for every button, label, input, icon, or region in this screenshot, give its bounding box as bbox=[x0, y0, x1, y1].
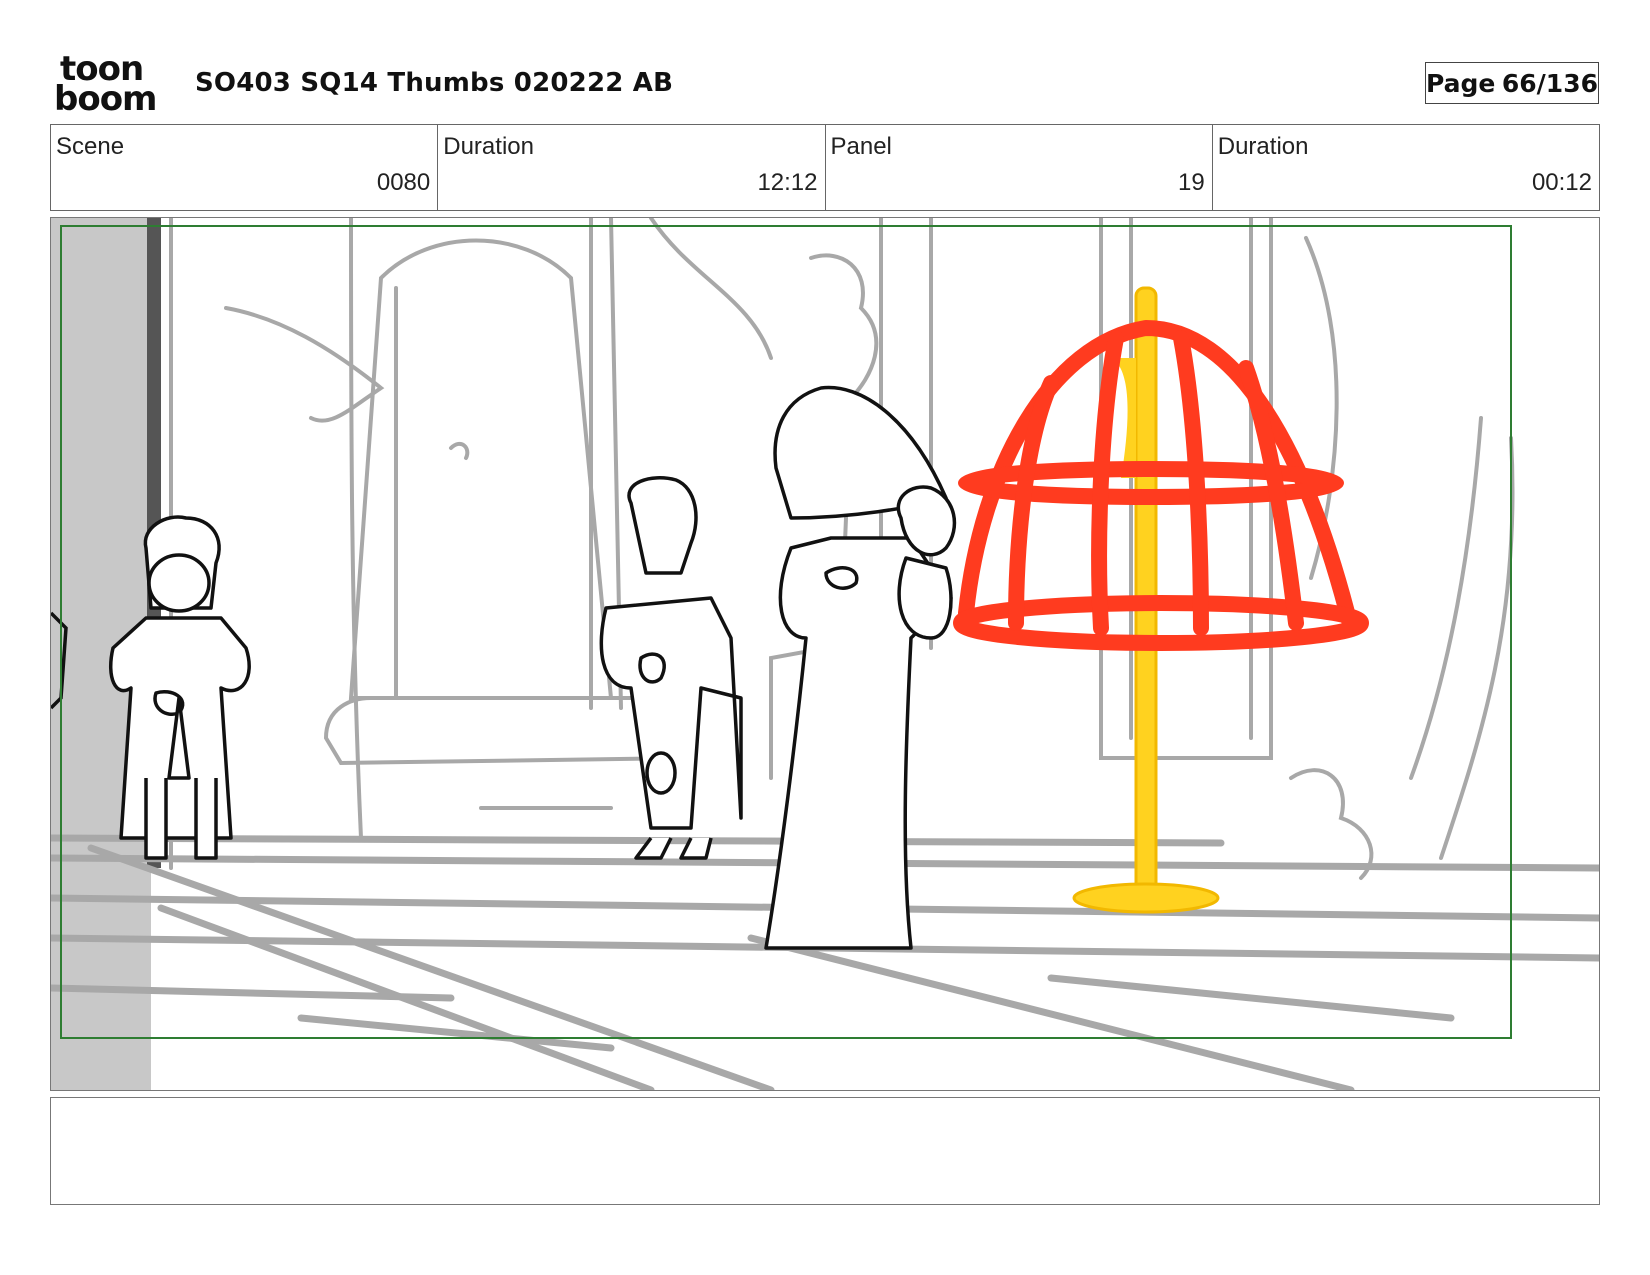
scene-label: Scene bbox=[56, 133, 125, 160]
red-cage bbox=[953, 320, 1369, 651]
scene-duration-label: Duration bbox=[443, 133, 534, 160]
panel-duration-value: 00:12 bbox=[1531, 169, 1592, 196]
scene-duration-value: 12:12 bbox=[757, 169, 818, 196]
page-number: 66/136 bbox=[1501, 68, 1598, 98]
panel-cell: Panel 19 bbox=[826, 125, 1213, 210]
scene-info-table: Scene 0080 Duration 12:12 Panel 19 Durat… bbox=[50, 124, 1600, 211]
panel-duration-label: Duration bbox=[1217, 133, 1309, 160]
panel-drawing bbox=[51, 218, 1599, 1090]
knight-middle bbox=[599, 476, 743, 860]
page-indicator: Page 66/136 bbox=[1425, 62, 1599, 104]
panel-label: Panel bbox=[830, 133, 892, 160]
panel-value: 19 bbox=[1178, 169, 1205, 196]
document-title: SO403 SQ14 Thumbs 020222 AB bbox=[195, 68, 674, 98]
scene-cell: Scene 0080 bbox=[51, 125, 439, 210]
scene-duration-cell: Duration 12:12 bbox=[438, 125, 826, 210]
logo-line-2: boom bbox=[54, 79, 157, 119]
panel-notes bbox=[50, 1097, 1600, 1205]
panel-duration-cell: Duration 00:12 bbox=[1213, 125, 1599, 210]
scene-value: 0080 bbox=[376, 169, 431, 196]
storyboard-panel bbox=[50, 217, 1600, 1091]
page-label: Page bbox=[1426, 68, 1496, 98]
toon-boom-logo: toon boom bbox=[54, 52, 174, 116]
